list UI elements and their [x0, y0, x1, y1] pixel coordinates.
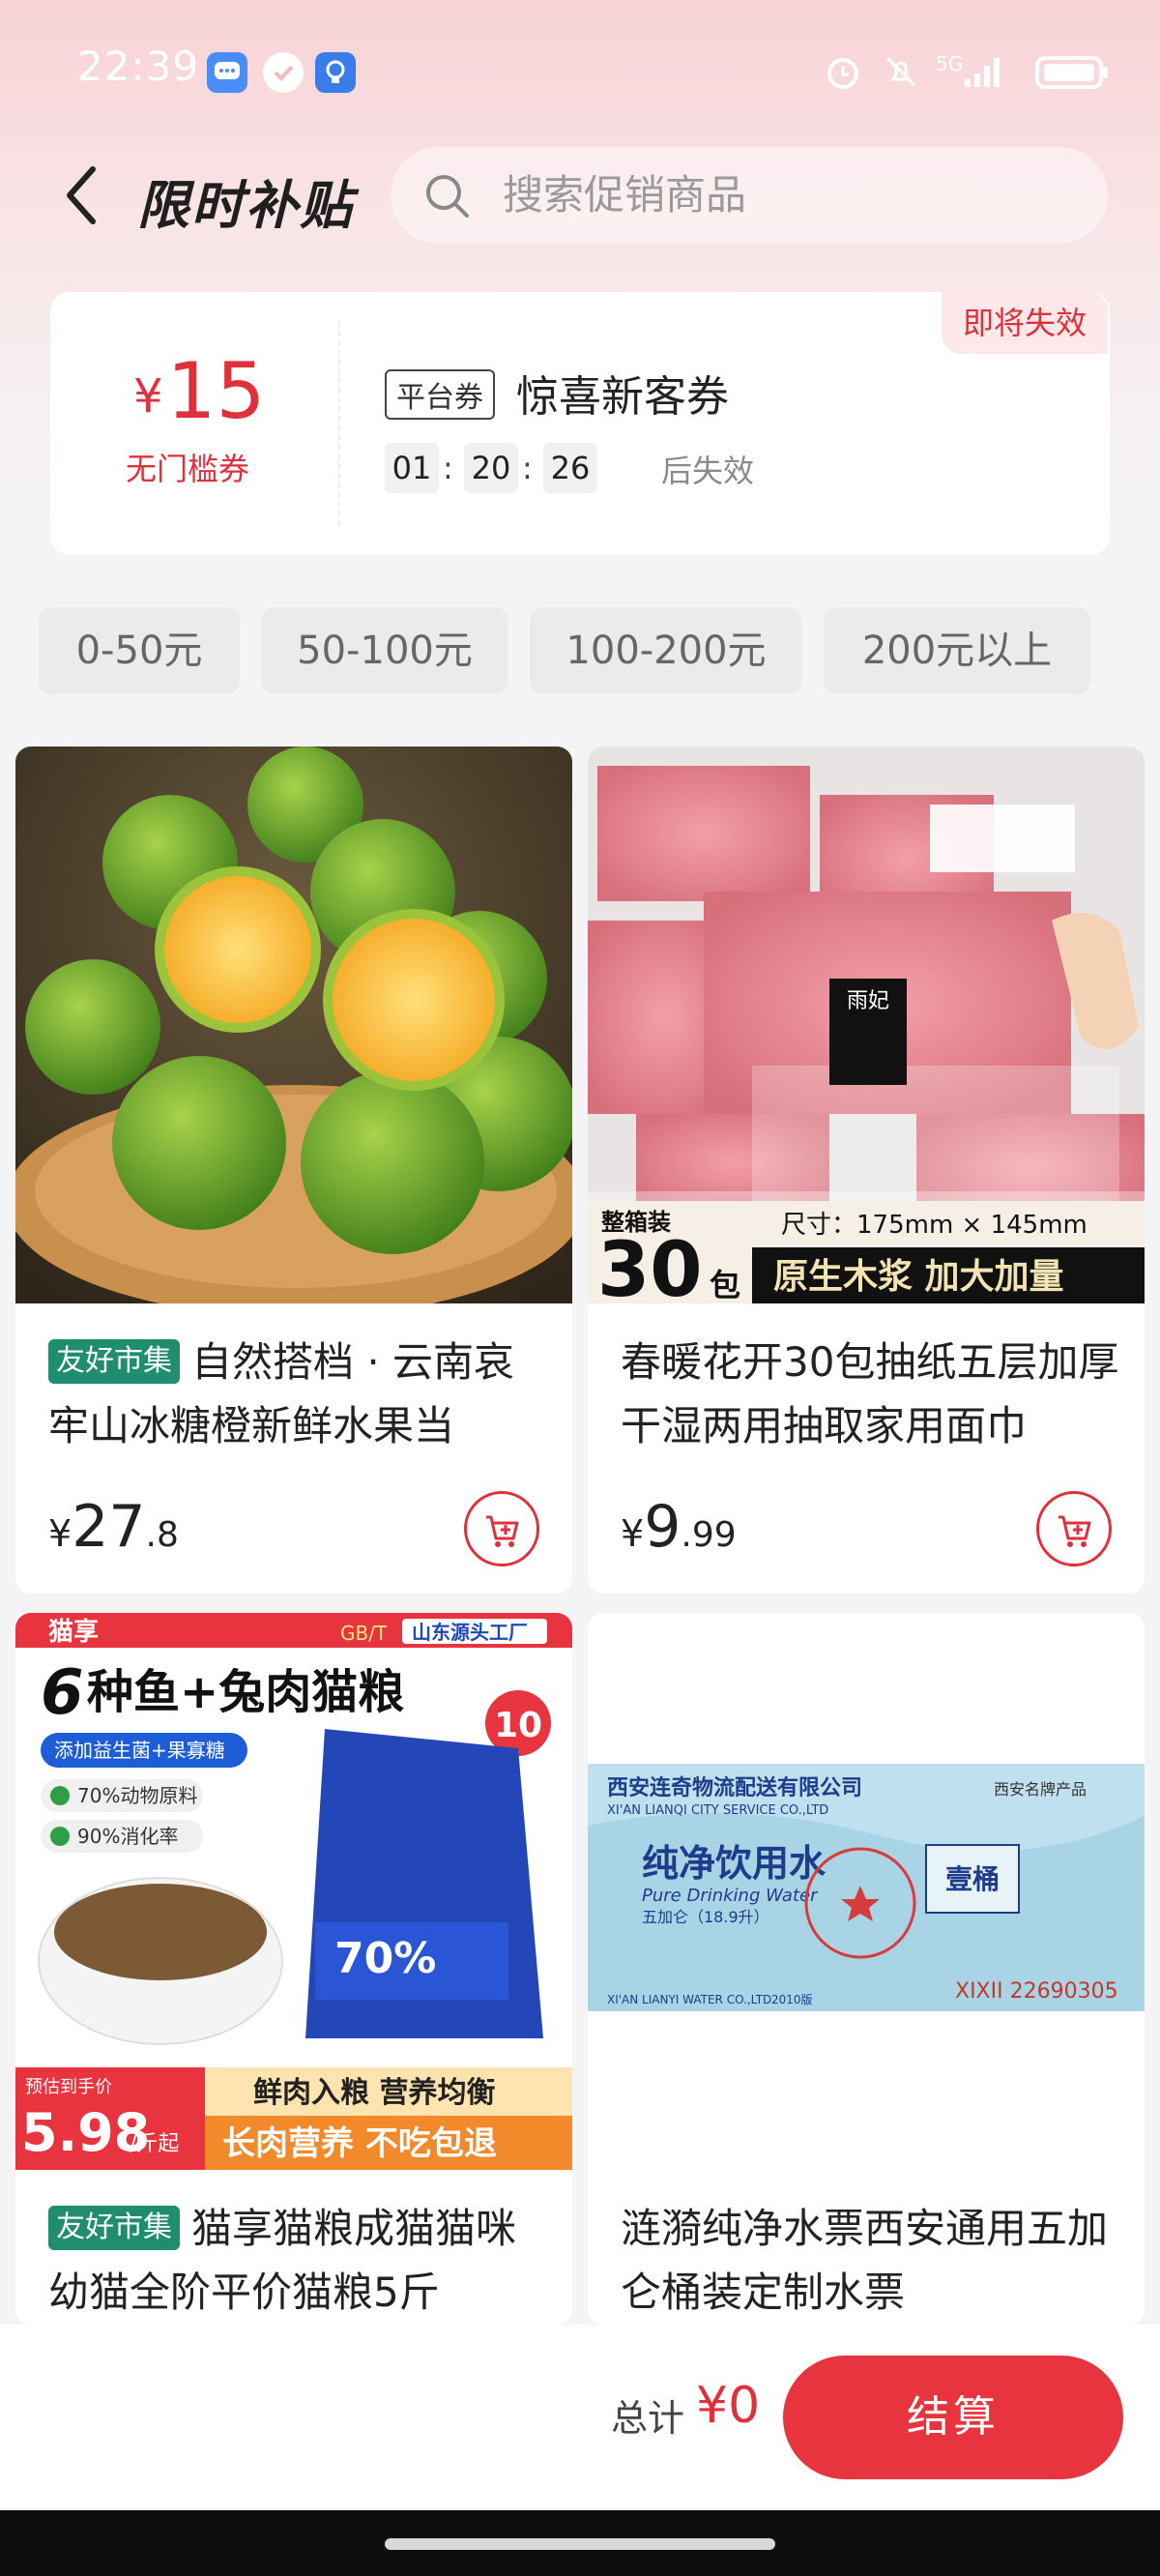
product-price: ¥9.99 — [621, 1493, 737, 1561]
catfood-check2: 90%消化率 — [77, 1825, 178, 1848]
total-value: ¥0 — [696, 2377, 761, 2435]
cart-plus-icon — [1058, 1515, 1091, 1547]
product-image-tissues[interactable]: 雨妃 整箱装 30 包 尺寸：175mm × 145mm 原生木浆 加大加量 — [588, 746, 1145, 1314]
home-indicator[interactable] — [385, 2538, 775, 2550]
add-to-cart-button[interactable] — [464, 1491, 539, 1566]
search-icon — [423, 172, 472, 220]
product-image-cat-food[interactable]: 猫享 GB/T 山东源头工厂 6 种鱼+兔肉猫粮 10 添加益生菌+果寡糖 70… — [15, 1613, 572, 2170]
catfood-factory: 山东源头工厂 — [412, 1621, 528, 1644]
cart-plus-icon — [486, 1515, 519, 1547]
expire-badge: 即将失效 — [942, 292, 1108, 354]
price-filter-100-200[interactable]: 100-200元 — [530, 607, 802, 694]
price-filter-0-50[interactable]: 0-50元 — [39, 607, 240, 694]
search-placeholder: 搜索促销商品 — [503, 171, 747, 219]
water-volume: 五加仑（18.9升） — [642, 1908, 769, 1926]
checkout-bar: 总计 ¥0 结算 — [0, 2325, 1160, 2510]
product-card-oranges[interactable]: 友好市集 自然搭档 · 云南哀牢山冰糖橙新鲜水果当 ¥27.8 — [15, 746, 572, 1594]
water-product: 纯净饮用水 — [642, 1842, 826, 1885]
tissue-feature: 原生木浆 加大加量 — [773, 1257, 1064, 1297]
network-label: 5G — [936, 52, 964, 75]
pack-count: 30 — [597, 1227, 703, 1303]
product-title[interactable]: 春暖花开30包抽纸五层加厚干湿两用抽取家用面巾 — [621, 1331, 1123, 1458]
catfood-std: GB/T — [340, 1622, 388, 1645]
status-right-icons: 5G — [822, 48, 1112, 95]
water-footer: XI'AN LIANYI WATER CO.,LTD — [607, 1993, 771, 2006]
coupon-amount-section: ¥15 无门槛券 — [50, 292, 340, 555]
mute-icon — [880, 50, 922, 93]
tissue-size: 尺寸：175mm × 145mm — [781, 1211, 1088, 1240]
countdown-hours: 01 — [385, 443, 439, 493]
back-button[interactable] — [58, 160, 106, 231]
tissue-brand-text: 雨妃 — [847, 989, 889, 1013]
price-filter-50-100[interactable]: 50-100元 — [261, 607, 508, 694]
water-product-en: Pure Drinking Water — [642, 1886, 819, 1906]
catfood-headline-num: 6 — [41, 1657, 84, 1729]
product-price: ¥27.8 — [48, 1493, 179, 1561]
countdown-minutes: 20 — [464, 443, 518, 493]
add-to-cart-button[interactable] — [1036, 1491, 1112, 1566]
signal-icon — [963, 50, 1007, 93]
water-year: 2010版 — [771, 1993, 813, 2006]
product-image-oranges[interactable] — [15, 746, 572, 1317]
message-icon — [207, 52, 247, 93]
coupon-type: 无门槛券 — [126, 451, 250, 487]
countdown-suffix: 后失效 — [661, 453, 755, 489]
catfood-bag-pct: 70% — [334, 1934, 436, 1983]
catfood-est-label: 预估到手价 — [25, 2077, 112, 2097]
catfood-headline: 种鱼+兔肉猫粮 — [87, 1665, 404, 1719]
product-card-tissues[interactable]: 雨妃 整箱装 30 包 尺寸：175mm × 145mm 原生木浆 加大加量 春… — [588, 746, 1145, 1594]
water-company: 西安连奇物流配送有限公司 — [607, 1775, 862, 1800]
catfood-slogan2: 长肉营养 不吃包退 — [222, 2124, 497, 2163]
catfood-est-unit: /斤起 — [130, 2132, 179, 2156]
lightbulb-app-icon — [315, 52, 356, 93]
catfood-slogan1: 鲜肉入粮 营养均衡 — [253, 2076, 495, 2110]
pack-unit: 包 — [710, 1267, 740, 1303]
catfood-sub: 添加益生菌+果寡糖 — [54, 1739, 225, 1762]
page-title: 限时补贴 — [137, 175, 354, 236]
catfood-check1: 70%动物原料 — [77, 1784, 197, 1807]
status-time: 22:39 — [77, 43, 200, 90]
market-badge: 友好市集 — [48, 1339, 180, 1384]
checkout-button[interactable]: 结算 — [783, 2356, 1123, 2479]
product-title[interactable]: 友好市集 自然搭档 · 云南哀牢山冰糖橙新鲜水果当 — [48, 1331, 551, 1458]
market-badge: 友好市集 — [48, 2206, 180, 2250]
alarm-icon — [822, 50, 864, 93]
product-title[interactable]: 友好市集 猫享猫粮成猫猫咪幼猫全阶平价猫粮5斤 — [48, 2197, 551, 2325]
countdown-seconds: 26 — [543, 443, 597, 493]
product-image-water-ticket[interactable]: 西安连奇物流配送有限公司 XI'AN LIANQI CITY SERVICE C… — [588, 1613, 1145, 2170]
shield-check-icon — [263, 52, 304, 93]
product-card-cat-food[interactable]: 猫享 GB/T 山东源头工厂 6 种鱼+兔肉猫粮 10 添加益生菌+果寡糖 70… — [15, 1613, 572, 2325]
coupon-divider — [338, 321, 340, 526]
product-title[interactable]: 涟漪纯净水票西安通用五加仑桶装定制水票 — [621, 2197, 1123, 2325]
water-serial: XIXII 22690305 — [955, 1979, 1118, 2004]
product-title-text: 春暖花开30包抽纸五层加厚干湿两用抽取家用面巾 — [621, 1338, 1119, 1449]
search-input[interactable]: 搜索促销商品 — [391, 147, 1108, 244]
total-label: 总计 — [611, 2397, 685, 2440]
price-filter-200-plus[interactable]: 200元以上 — [824, 607, 1090, 694]
coupon-name: 惊喜新客券 — [516, 372, 729, 422]
water-company-en: XI'AN LIANQI CITY SERVICE CO.,LTD — [607, 1803, 828, 1818]
countdown-sep: : — [443, 450, 453, 486]
water-unit: 壹桶 — [945, 1863, 1000, 1895]
catfood-tag: 10 — [494, 1706, 542, 1745]
battery-icon — [1034, 50, 1112, 93]
countdown-sep: : — [522, 450, 533, 486]
coupon-tag: 平台券 — [385, 369, 495, 420]
catfood-brand: 猫享 — [48, 1617, 99, 1647]
product-card-water-ticket[interactable]: 西安连奇物流配送有限公司 XI'AN LIANQI CITY SERVICE C… — [588, 1613, 1145, 2325]
product-title-text: 涟漪纯净水票西安通用五加仑桶装定制水票 — [621, 2205, 1109, 2316]
water-brand-tag: 西安名牌产品 — [994, 1780, 1087, 1799]
coupon-amount: ¥15 — [133, 346, 266, 436]
status-bar: 22:39 5G — [0, 0, 1160, 145]
